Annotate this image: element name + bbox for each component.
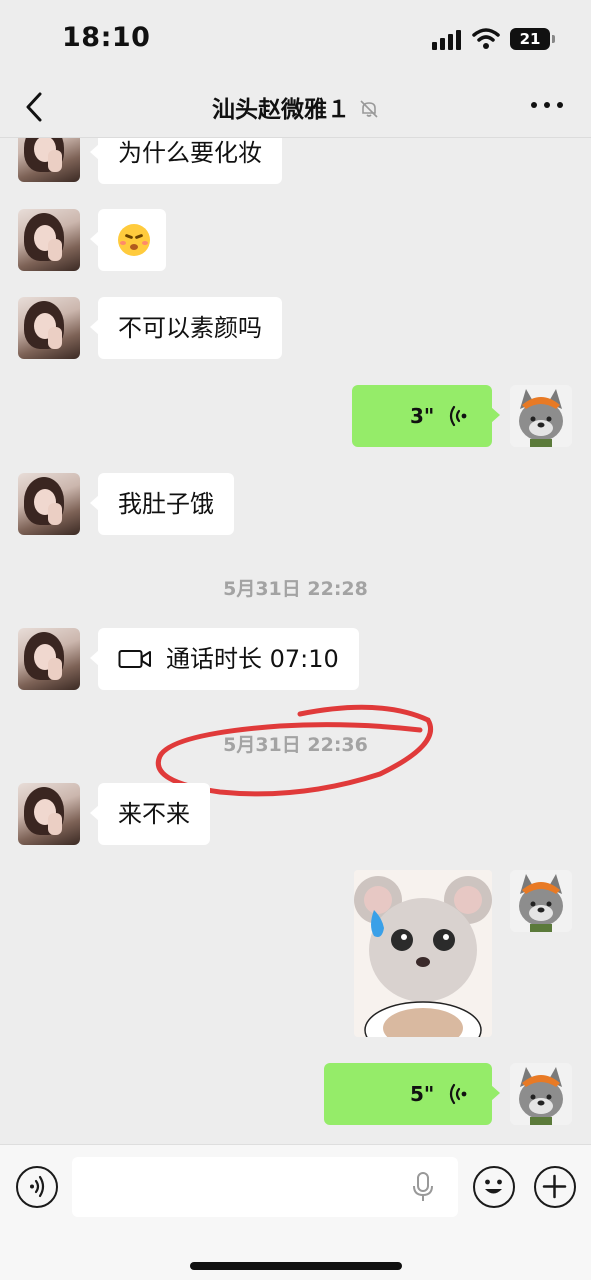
- wolf-avatar-icon: [510, 870, 572, 932]
- contact-avatar[interactable]: [18, 473, 80, 535]
- mouse-sticker-image[interactable]: [354, 870, 492, 1037]
- voice-wave-icon: [449, 1083, 467, 1105]
- message-bubble-incoming[interactable]: 我肚子饿: [90, 473, 234, 535]
- message-bubble-incoming[interactable]: 不可以素颜吗: [90, 297, 282, 359]
- signal-icon: [432, 30, 464, 50]
- message-bubble-incoming[interactable]: 来不来: [90, 783, 210, 845]
- video-call-icon: [118, 650, 151, 668]
- contact-avatar[interactable]: [18, 628, 80, 690]
- contact-avatar[interactable]: [18, 783, 80, 845]
- mute-bell-icon: [360, 100, 378, 118]
- mouse-sticker-icon: [354, 870, 492, 1037]
- chat-screen: 18:10 21 汕头赵微雅１ 为什么要化妆 不可以素颜吗 3" 我肚子饿 5月…: [0, 0, 591, 1280]
- my-avatar[interactable]: [510, 1063, 572, 1125]
- voice-input-icon: [30, 1175, 45, 1198]
- more-icon[interactable]: [531, 102, 563, 110]
- my-avatar[interactable]: [510, 385, 572, 447]
- call-duration-label: 通话时长 07:10: [166, 645, 339, 673]
- wolf-avatar-icon: [510, 385, 572, 447]
- voice-input-button[interactable]: [16, 1166, 58, 1208]
- contact-avatar[interactable]: [18, 138, 80, 182]
- input-bar: [0, 1144, 591, 1280]
- voice-duration: 5": [410, 1082, 435, 1106]
- status-bar: 18:10 21: [0, 0, 591, 80]
- emoji-button[interactable]: [473, 1166, 515, 1208]
- voice-message-outgoing[interactable]: 3": [352, 385, 500, 447]
- microphone-icon[interactable]: [410, 1171, 436, 1203]
- plus-icon: [542, 1174, 567, 1199]
- contact-avatar[interactable]: [18, 209, 80, 271]
- chat-area[interactable]: 为什么要化妆 不可以素颜吗 3" 我肚子饿 5月31日 22:28 通话时长 0…: [0, 138, 591, 1144]
- voice-message-outgoing[interactable]: 5": [324, 1063, 500, 1125]
- message-text: 来不来: [118, 800, 190, 828]
- nav-title-wrap: 汕头赵微雅１: [0, 90, 591, 124]
- status-time: 18:10: [62, 22, 151, 53]
- message-text: 不可以素颜吗: [118, 314, 262, 342]
- more-functions-button[interactable]: [534, 1166, 576, 1208]
- message-input[interactable]: [72, 1157, 458, 1217]
- voice-duration: 3": [410, 404, 435, 428]
- wifi-icon: [472, 28, 500, 49]
- home-indicator[interactable]: [190, 1262, 402, 1270]
- voice-wave-icon: [449, 405, 467, 427]
- contact-avatar[interactable]: [18, 297, 80, 359]
- video-call-record[interactable]: 通话时长 07:10: [90, 628, 359, 690]
- battery-icon: 21: [510, 28, 555, 50]
- chat-title: 汕头赵微雅１: [211, 97, 350, 123]
- kissing-face-emoji-icon: [118, 224, 150, 256]
- my-avatar[interactable]: [510, 870, 572, 932]
- message-timestamp: 5月31日 22:28: [223, 578, 368, 600]
- message-text: 为什么要化妆: [118, 139, 262, 167]
- wolf-avatar-icon: [510, 1063, 572, 1125]
- message-timestamp: 5月31日 22:36: [223, 734, 368, 756]
- nav-bar: 汕头赵微雅１: [0, 80, 591, 138]
- emoji-icon: [485, 1179, 502, 1194]
- message-bubble-incoming[interactable]: 为什么要化妆: [90, 138, 282, 184]
- battery-level: 21: [519, 30, 541, 48]
- message-text: 我肚子饿: [118, 490, 214, 518]
